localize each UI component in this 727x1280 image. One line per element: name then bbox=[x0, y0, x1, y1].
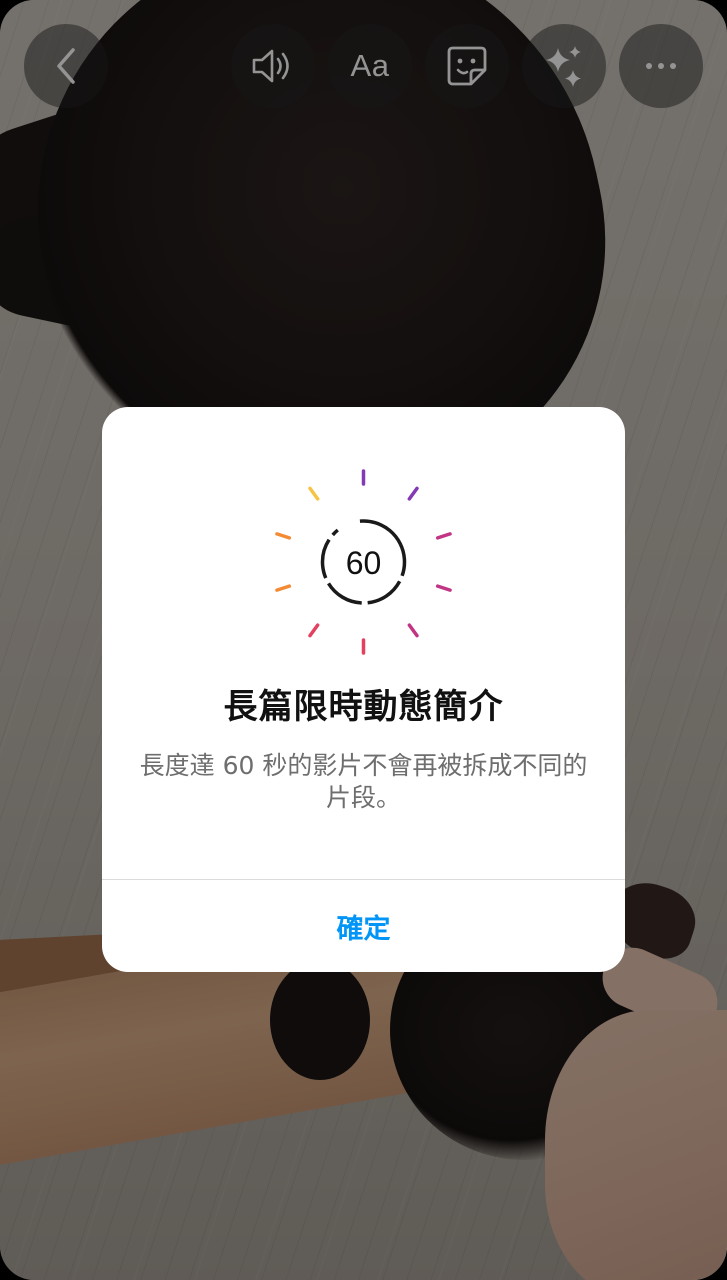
story-editor-screen: Aa 60 長篇限時動態簡介 長度達 60 秒的影片不會再被拆成不同的片段。 確… bbox=[0, 0, 727, 1280]
long-story-dialog: 60 長篇限時動態簡介 長度達 60 秒的影片不會再被拆成不同的片段。 確定 bbox=[102, 407, 625, 972]
timer-ray bbox=[435, 584, 452, 592]
timer-ray bbox=[275, 584, 292, 592]
timer-ray bbox=[275, 532, 292, 540]
timer-ray bbox=[435, 532, 452, 540]
timer-ray bbox=[308, 623, 320, 638]
dialog-title: 長篇限時動態簡介 bbox=[223, 687, 504, 727]
timer-value: 60 bbox=[346, 545, 382, 581]
timer-ray bbox=[308, 486, 320, 501]
confirm-button[interactable]: 確定 bbox=[102, 880, 625, 972]
dialog-body: 長度達 60 秒的影片不會再被拆成不同的片段。 bbox=[139, 751, 588, 812]
timer-ray bbox=[407, 623, 419, 638]
timer-ray bbox=[407, 486, 419, 501]
timer-60-icon: 60 bbox=[275, 469, 452, 655]
